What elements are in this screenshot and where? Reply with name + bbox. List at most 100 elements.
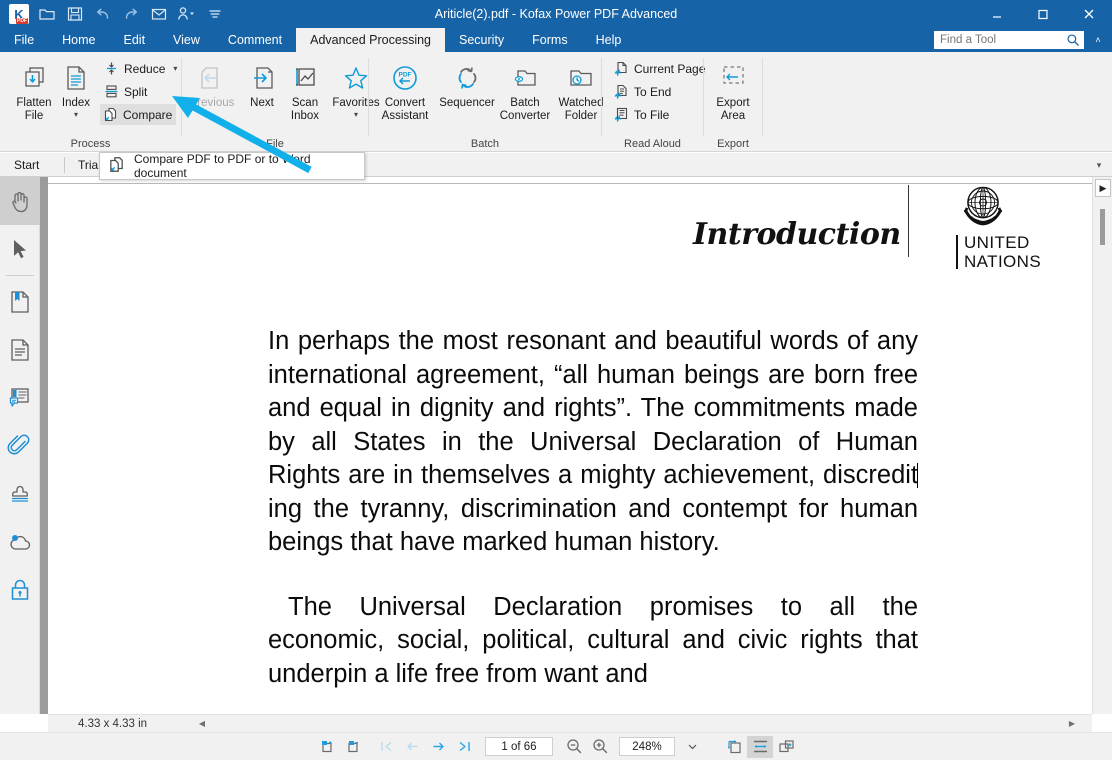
stamps-panel-button[interactable] — [0, 470, 40, 518]
ribbon-group-export: ExportArea Export — [704, 52, 762, 152]
read-to-file-label: To File — [634, 108, 669, 122]
convert-assistant-icon: PDF — [389, 62, 421, 94]
index-button[interactable]: Index ▾ — [52, 56, 100, 132]
save-icon[interactable] — [62, 2, 88, 26]
zoom-dropdown-button[interactable] — [679, 736, 705, 758]
read-to-file-icon — [613, 107, 629, 123]
read-current-page-button[interactable]: Current Page — [610, 58, 711, 79]
watched-folder-label: WatchedFolder — [559, 97, 604, 123]
undo-icon[interactable] — [90, 2, 116, 26]
document-viewport[interactable]: Introduction UNITED NATIONS — [48, 177, 1092, 714]
tab-comment[interactable]: Comment — [214, 28, 296, 52]
tool-rail — [0, 177, 40, 714]
app-logo-icon[interactable]: KPDF — [6, 2, 32, 26]
close-button[interactable] — [1066, 0, 1112, 28]
next-view-button[interactable] — [339, 736, 365, 758]
bookmarks-panel-button[interactable] — [0, 278, 40, 326]
next-button[interactable]: Next — [241, 56, 283, 132]
collapse-ribbon-icon[interactable]: ˄ — [1090, 32, 1106, 48]
zoom-level-input[interactable]: 248% — [619, 737, 675, 756]
compare-icon — [103, 107, 118, 123]
un-emblem-icon — [956, 183, 1010, 231]
un-name-rule — [956, 235, 958, 269]
tab-file[interactable]: File — [0, 28, 48, 52]
customize-qat-icon[interactable] — [202, 2, 228, 26]
security-panel-button[interactable] — [0, 566, 40, 614]
select-tool-button[interactable] — [0, 225, 40, 273]
last-page-button[interactable] — [451, 736, 477, 758]
tab-view[interactable]: View — [159, 28, 214, 52]
previous-view-button[interactable] — [313, 736, 339, 758]
previous-icon — [196, 62, 228, 94]
start-tab[interactable]: Start — [0, 153, 53, 177]
comments-panel-button[interactable] — [0, 374, 40, 422]
expand-panel-button[interactable]: ▶ — [1095, 179, 1111, 197]
pages-panel-button[interactable] — [0, 326, 40, 374]
ribbon-group-read-aloud: Current Page To End — [602, 52, 703, 152]
tab-security[interactable]: Security — [445, 28, 518, 52]
sequencer-button[interactable]: Sequencer — [437, 56, 497, 132]
batch-converter-button[interactable]: BatchConverter — [497, 56, 553, 132]
open-icon[interactable] — [34, 2, 60, 26]
find-a-tool-box[interactable] — [934, 31, 1084, 49]
first-page-button[interactable] — [373, 736, 399, 758]
tooltip-compare-icon — [108, 156, 125, 176]
watched-folder-icon — [565, 62, 597, 94]
read-to-end-button[interactable]: To End — [610, 81, 677, 102]
facing-pages-view-button[interactable] — [773, 736, 799, 758]
zoom-out-button[interactable] — [561, 736, 587, 758]
read-to-file-button[interactable]: To File — [610, 104, 675, 125]
previous-page-button[interactable] — [399, 736, 425, 758]
group-separator — [762, 58, 763, 136]
zoom-in-button[interactable] — [587, 736, 613, 758]
tab-forms[interactable]: Forms — [518, 28, 581, 52]
search-icon — [1066, 33, 1080, 47]
attachments-panel-button[interactable] — [0, 422, 40, 470]
favorites-chevron-down-icon[interactable]: ▾ — [354, 111, 358, 119]
reduce-chevron-down-icon[interactable]: ▾ — [173, 65, 177, 73]
email-icon[interactable] — [146, 2, 172, 26]
maximize-button[interactable] — [1020, 0, 1066, 28]
page-number-input[interactable]: 1 of 66 — [485, 737, 553, 756]
vertical-scrollbar-thumb[interactable] — [1100, 209, 1105, 245]
compare-button[interactable]: Compare — [100, 104, 176, 125]
hscroll-right-arrow[interactable]: ▶ — [1064, 715, 1080, 732]
convert-assistant-button[interactable]: PDF ConvertAssistant — [373, 56, 437, 132]
quick-access-toolbar: KPDF — [6, 0, 228, 28]
chevron-down-icon[interactable]: ▾ — [1092, 159, 1106, 171]
paperclip-icon — [7, 433, 33, 459]
cloud-panel-button[interactable] — [0, 518, 40, 566]
header-vertical-rule — [908, 185, 909, 257]
index-chevron-down-icon[interactable]: ▾ — [74, 111, 78, 119]
stamp-user-icon[interactable] — [174, 2, 200, 26]
hscroll-left-arrow[interactable]: ◀ — [194, 715, 210, 732]
tab-home[interactable]: Home — [48, 28, 109, 52]
group-label-file: File — [182, 138, 368, 150]
paragraph-1-part-a: In perhaps the most resonant and beautif… — [268, 327, 918, 489]
scan-inbox-button[interactable]: ScanInbox — [283, 56, 327, 132]
split-button[interactable]: Split — [100, 81, 153, 102]
split-icon — [103, 84, 119, 100]
minimize-button[interactable] — [974, 0, 1020, 28]
export-area-button[interactable]: ExportArea — [704, 56, 762, 132]
pdf-page[interactable]: Introduction UNITED NATIONS — [48, 177, 1092, 714]
flatten-file-label: FlattenFile — [16, 97, 51, 123]
tab-edit[interactable]: Edit — [110, 28, 160, 52]
hand-tool-button[interactable] — [0, 177, 40, 225]
single-page-view-button[interactable] — [721, 736, 747, 758]
tab-help[interactable]: Help — [582, 28, 636, 52]
redo-icon[interactable] — [118, 2, 144, 26]
next-page-button[interactable] — [425, 736, 451, 758]
un-line-2: NATIONS — [964, 252, 1041, 271]
tab-advanced-processing[interactable]: Advanced Processing — [296, 28, 445, 52]
fit-width-view-button[interactable] — [747, 736, 773, 758]
compare-tooltip: Compare PDF to PDF or to Word document — [99, 152, 365, 180]
search-input[interactable] — [940, 34, 1066, 46]
document-body[interactable]: In perhaps the most resonant and beautif… — [268, 325, 918, 691]
batch-converter-label: BatchConverter — [500, 97, 551, 123]
paragraph-2: The Universal Declaration promises to al… — [268, 591, 918, 692]
read-to-end-label: To End — [634, 85, 671, 99]
reduce-button[interactable]: Reduce ▾ — [100, 58, 183, 79]
vertical-scrollbar[interactable]: ▶ — [1092, 177, 1112, 714]
horizontal-scrollbar[interactable]: ◀ ▶ — [48, 714, 1092, 732]
